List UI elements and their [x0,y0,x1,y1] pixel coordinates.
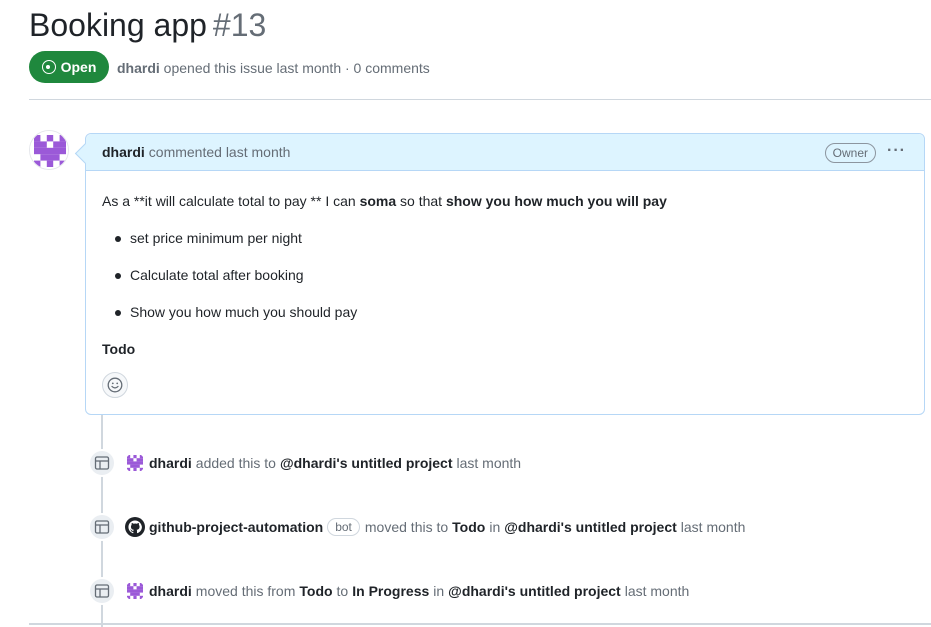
comment-text-part: so that [396,193,446,209]
issue-title-text: Booking app [29,7,207,43]
event-actor-link[interactable]: github-project-automation [149,519,323,535]
event-project-link[interactable]: @dhardi's untitled project [448,583,621,599]
list-item: Calculate total after booking [102,265,908,285]
event-time[interactable]: last month [457,455,522,471]
comment-footer-text: Todo [102,341,136,357]
table-icon [88,577,116,605]
comment-text-part: As a **it will calculate total to pay **… [102,193,360,209]
issue-number: #13 [212,7,267,43]
list-item: Show you how much you should pay [102,302,908,322]
table-icon [88,449,116,477]
event-to-column: In Progress [352,583,430,599]
identicon-avatar [30,131,68,169]
list-item: set price minimum per night [102,228,908,248]
avatar[interactable] [125,453,145,473]
event-text: moved this to [364,519,449,535]
comment-bold-part: soma [359,193,397,209]
header-divider [29,99,931,100]
comment-header: dhardi commented last month Owner ··· [86,134,924,171]
comment-time[interactable]: commented last month [149,144,291,160]
event-column: Todo [452,519,486,535]
comment-author-avatar[interactable] [29,130,69,170]
comment-bullet-list: set price minimum per night Calculate to… [102,228,908,322]
add-reaction-button[interactable] [102,372,128,398]
event-text: in [433,583,445,599]
timeline-event: dhardi moved this from Todo to In Progre… [88,577,693,605]
event-text: moved this from [195,583,296,599]
comment-paragraph: As a **it will calculate total to pay **… [102,191,908,211]
event-actor-link[interactable]: dhardi [149,583,192,599]
event-project-link[interactable]: @dhardi's untitled project [280,455,453,471]
issue-title: Booking app #13 [29,5,266,45]
issue-state-badge: Open [29,51,109,83]
event-actor-link[interactable]: dhardi [149,455,192,471]
timeline-event: dhardi added this to @dhardi's untitled … [88,449,525,477]
comment-body: As a **it will calculate total to pay **… [86,171,924,359]
issue-author-link[interactable]: dhardi [117,60,160,76]
owner-badge: Owner [824,143,876,163]
event-from-column: Todo [299,583,333,599]
event-time[interactable]: last month [625,583,690,599]
issue-comment: dhardi commented last month Owner ··· As… [85,133,925,415]
smiley-icon [107,377,123,393]
table-icon [88,513,116,541]
event-project-link[interactable]: @dhardi's untitled project [504,519,677,535]
timeline-bottom-divider [29,623,931,625]
issue-meta-text: opened this issue last month · 0 comment… [163,60,430,76]
event-time[interactable]: last month [681,519,746,535]
comment-author-link[interactable]: dhardi [102,144,145,160]
issue-state-label: Open [60,59,97,75]
kebab-horizontal-icon[interactable]: ··· [887,143,906,159]
github-logo-icon[interactable] [125,517,145,537]
timeline-event: github-project-automation bot moved this… [88,513,745,541]
issue-opened-icon [41,60,56,74]
avatar[interactable] [125,581,145,601]
event-text: in [489,519,501,535]
bot-badge: bot [327,518,360,536]
event-text: to [336,583,349,599]
issue-meta: dhardi opened this issue last month · 0 … [117,60,430,76]
event-text: added this to [195,455,276,471]
comment-bold-part: show you how much you will pay [445,193,667,209]
